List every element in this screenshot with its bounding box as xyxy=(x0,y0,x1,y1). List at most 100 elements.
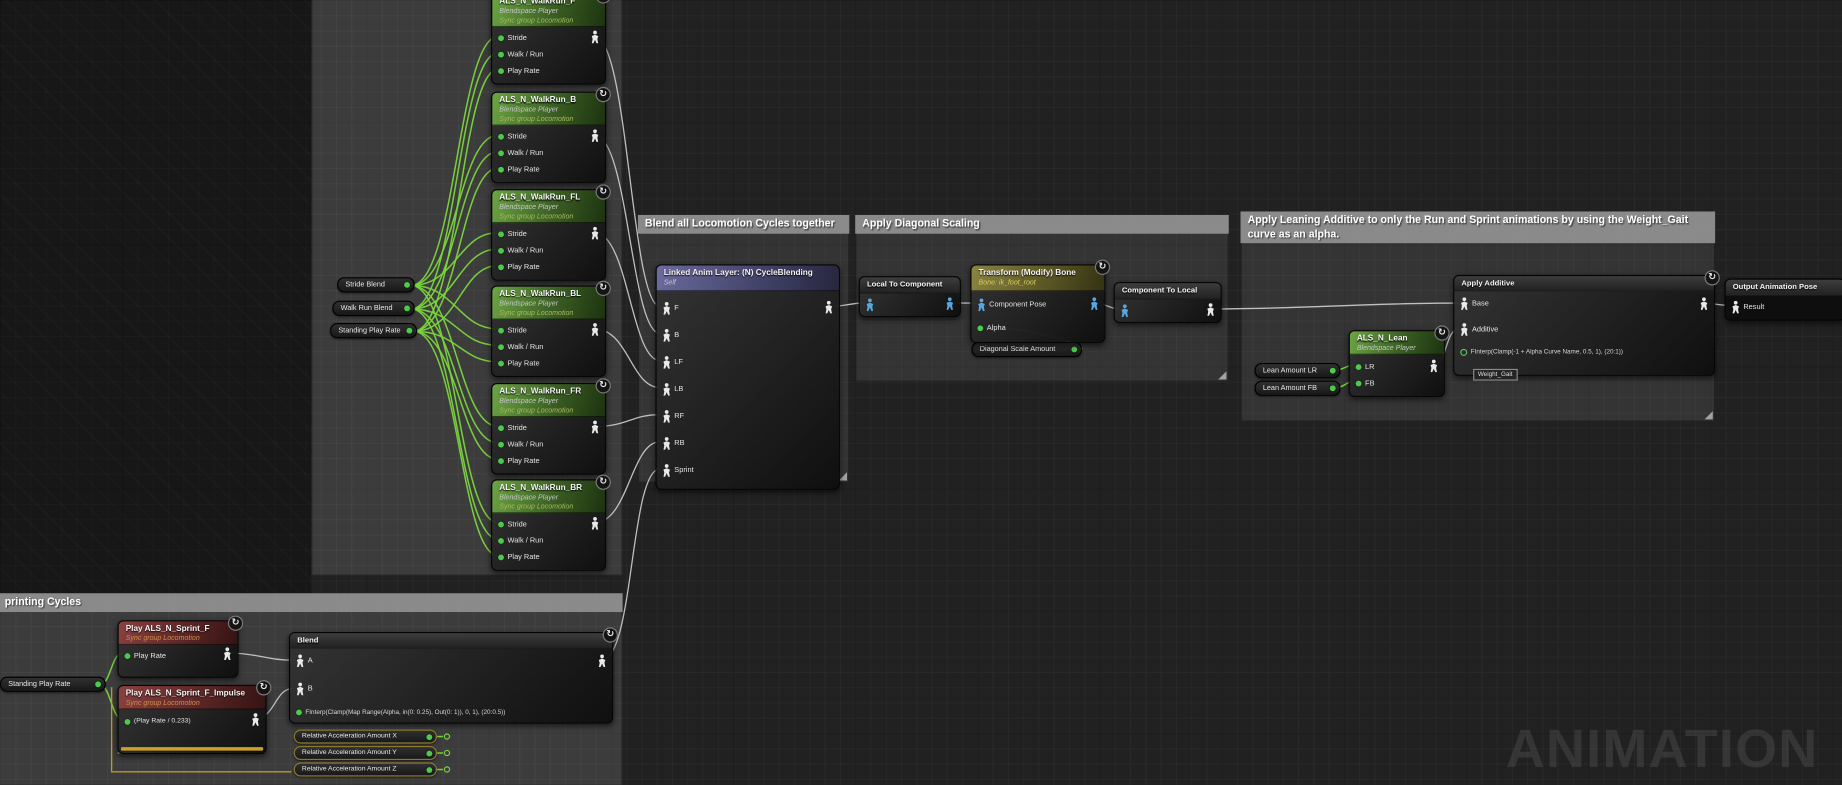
output-pin-dot[interactable] xyxy=(426,750,432,756)
blueprint-graph-canvas[interactable]: printing Cycles Blend all Locomotion Cyc… xyxy=(0,0,1842,785)
pin-b[interactable]: B xyxy=(290,681,612,696)
pin-additive[interactable]: Additive xyxy=(1454,322,1714,337)
pin-stride[interactable]: Stride xyxy=(492,226,605,242)
pose-input-pin[interactable] xyxy=(1460,323,1468,336)
node-play-als-n-sprint-f-impulse[interactable]: ↻ Play ALS_N_Sprint_F_Impulse Sync group… xyxy=(117,685,266,754)
pose-output-pin[interactable] xyxy=(591,31,599,44)
node-play-als-n-sprint-f[interactable]: ↻ Play ALS_N_Sprint_F Sync group Locomot… xyxy=(117,620,238,678)
pin-stride[interactable]: Stride xyxy=(492,322,605,338)
output-pin-dot[interactable] xyxy=(426,767,432,773)
node-output-animation-pose[interactable]: Output Animation Pose Result xyxy=(1725,278,1842,320)
pin-lf[interactable]: LF xyxy=(657,348,839,375)
pin-play-rate-expression[interactable]: (Play Rate / 0.233) xyxy=(119,713,266,729)
pose-output-pin[interactable] xyxy=(946,297,954,310)
pose-output-pin[interactable] xyxy=(591,323,599,336)
node-als-n-walkrun-br[interactable]: ↻ ALS_N_WalkRun_BR Blendspace Player Syn… xyxy=(491,479,606,571)
pose-input-pin[interactable] xyxy=(977,298,985,311)
pill-rel-accel-y[interactable]: Relative Acceleration Amount Y xyxy=(294,746,437,760)
pin-play-rate[interactable]: Play Rate xyxy=(492,549,605,565)
pose-output-pin[interactable] xyxy=(591,517,599,530)
node-als-n-walkrun-b[interactable]: ↻ ALS_N_WalkRun_B Blendspace Player Sync… xyxy=(491,92,606,184)
comment-title[interactable]: printing Cycles xyxy=(0,593,623,611)
node-transform-modify-bone[interactable]: ↻ Transform (Modify) Bone Bone: ik_foot_… xyxy=(970,264,1105,343)
pin-component-pose[interactable]: Component Pose xyxy=(972,296,1105,312)
output-pin-dot[interactable] xyxy=(404,305,410,311)
pose-output-pin[interactable] xyxy=(1430,359,1438,372)
pose-input-pin[interactable] xyxy=(1115,302,1221,318)
pin-stride[interactable]: Stride xyxy=(492,128,605,144)
pin-alpha-expression[interactable]: FInterp(Clamp(Map Range(Alpha, in(0: 0.2… xyxy=(290,705,612,720)
node-als-n-walkrun-f[interactable]: ↻ ALS_N_WalkRun_F Blendspace Player Sync… xyxy=(491,0,606,85)
pin-result[interactable]: Result xyxy=(1726,298,1842,314)
comment-title[interactable]: Apply Leaning Additive to only the Run a… xyxy=(1241,211,1716,243)
comment-resize-handle[interactable] xyxy=(1705,412,1713,420)
pose-input-pin[interactable] xyxy=(1460,297,1468,310)
pose-input-pin[interactable] xyxy=(663,409,671,422)
pin-walk-run[interactable]: Walk / Run xyxy=(492,144,605,160)
pose-output-pin[interactable] xyxy=(598,654,606,667)
pin-stride[interactable]: Stride xyxy=(492,516,605,532)
node-apply-additive[interactable]: ↻ Apply Additive Base Additive FInterp(C… xyxy=(1453,275,1715,376)
pin-play-rate[interactable]: Play Rate xyxy=(492,355,605,371)
pin-rb[interactable]: RB xyxy=(657,429,839,456)
pose-output-pin[interactable] xyxy=(591,421,599,434)
pose-output-pin[interactable] xyxy=(591,227,599,240)
pose-output-pin[interactable] xyxy=(223,647,231,660)
pin-alpha-expression[interactable]: FInterp(Clamp(-1 + Alpha Curve Name, 0.5… xyxy=(1454,344,1714,359)
pose-input-pin[interactable] xyxy=(663,382,671,395)
pin-b[interactable]: B xyxy=(657,321,839,348)
pill-lean-amount-lr[interactable]: Lean Amount LR xyxy=(1255,363,1341,378)
comment-resize-handle[interactable] xyxy=(839,472,847,480)
pin-walk-run[interactable]: Walk / Run xyxy=(492,436,605,452)
pin-fb[interactable]: FB xyxy=(1350,375,1444,391)
pin-sprint[interactable]: Sprint xyxy=(657,456,839,483)
output-pin-dot[interactable] xyxy=(1071,347,1077,353)
pin-a[interactable]: A xyxy=(290,653,612,668)
pin-play-rate[interactable]: Play Rate xyxy=(492,62,605,78)
pin-stride[interactable]: Stride xyxy=(492,29,605,45)
output-pin-dot[interactable] xyxy=(404,282,410,288)
pose-input-pin[interactable] xyxy=(663,328,671,341)
pill-diagonal-scale-amount[interactable]: Diagonal Scale Amount xyxy=(972,342,1082,357)
pin-walk-run[interactable]: Walk / Run xyxy=(492,338,605,354)
pill-lean-amount-fb[interactable]: Lean Amount FB xyxy=(1255,381,1341,396)
pose-output-pin[interactable] xyxy=(251,713,259,726)
output-pin-dot[interactable] xyxy=(1330,368,1336,374)
node-local-to-component[interactable]: Local To Component xyxy=(859,276,961,317)
pill-rel-accel-z[interactable]: Relative Acceleration Amount Z xyxy=(294,762,437,776)
output-pin-dot[interactable] xyxy=(95,681,101,687)
pin-stride[interactable]: Stride xyxy=(492,419,605,435)
pin-play-rate[interactable]: Play Rate xyxy=(492,161,605,177)
pose-input-pin[interactable] xyxy=(663,355,671,368)
pose-output-pin[interactable] xyxy=(825,301,833,314)
pin-walk-run[interactable]: Walk / Run xyxy=(492,242,605,258)
pose-output-pin[interactable] xyxy=(1700,297,1708,310)
pill-stride-blend[interactable]: Stride Blend xyxy=(337,277,415,292)
node-als-n-walkrun-bl[interactable]: ↻ ALS_N_WalkRun_BL Blendspace Player Syn… xyxy=(491,285,606,377)
output-pin-dot[interactable] xyxy=(1330,385,1336,391)
pin-alpha[interactable]: Alpha xyxy=(972,320,1105,336)
output-pin-dot[interactable] xyxy=(426,734,432,740)
pill-standing-play-rate-sprint[interactable]: Standing Play Rate xyxy=(0,677,106,692)
pose-input-pin[interactable] xyxy=(663,463,671,476)
node-blend[interactable]: ↻ Blend A B FInterp(Clamp(Map Range(Alph… xyxy=(289,632,613,724)
pin-play-rate[interactable]: Play Rate xyxy=(119,647,238,663)
pose-input-pin[interactable] xyxy=(1732,300,1740,313)
pose-output-pin[interactable] xyxy=(1206,303,1214,316)
node-linked-anim-layer-cycleblending[interactable]: Linked Anim Layer: (N) CycleBlending Sel… xyxy=(656,264,840,490)
comment-title[interactable]: Apply Diagonal Scaling xyxy=(855,215,1229,233)
pose-output-pin[interactable] xyxy=(591,129,599,142)
curve-name-chip[interactable]: Weight_Gait xyxy=(1473,369,1517,381)
pose-input-pin[interactable] xyxy=(296,683,304,696)
node-component-to-local[interactable]: Component To Local xyxy=(1114,282,1222,323)
pose-input-pin[interactable] xyxy=(296,654,304,667)
pill-standing-play-rate[interactable]: Standing Play Rate xyxy=(330,323,417,338)
pin-walk-run[interactable]: Walk / Run xyxy=(492,532,605,548)
comment-title[interactable]: Blend all Locomotion Cycles together xyxy=(638,215,849,233)
comment-resize-handle[interactable] xyxy=(1218,371,1226,379)
pose-input-pin[interactable] xyxy=(663,436,671,449)
output-pin-dot[interactable] xyxy=(406,328,412,334)
pose-input-pin[interactable] xyxy=(663,301,671,314)
pin-walk-run[interactable]: Walk / Run xyxy=(492,46,605,62)
node-als-n-walkrun-fl[interactable]: ↻ ALS_N_WalkRun_FL Blendspace Player Syn… xyxy=(491,189,606,281)
